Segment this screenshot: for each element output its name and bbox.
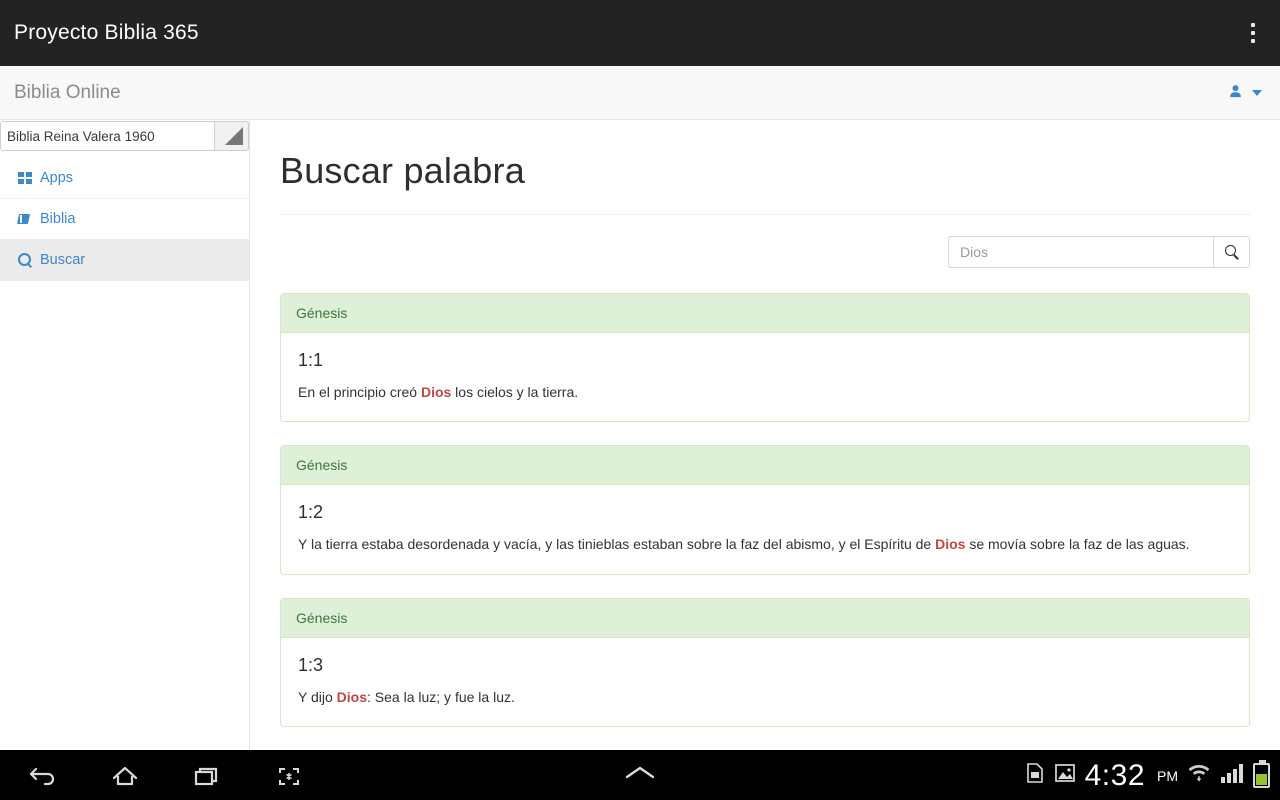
android-system-bar: 4:32 PM xyxy=(0,749,1280,800)
page-body: Biblia Reina Valera 1960 Apps Biblia Bus… xyxy=(0,120,1280,750)
sidebar-item-buscar[interactable]: Buscar xyxy=(0,240,249,281)
verse-reference: 1:3 xyxy=(298,654,324,675)
back-arrow-icon[interactable] xyxy=(22,759,64,793)
page-title: Buscar palabra xyxy=(280,150,525,191)
verse-result-panel: Génesis 1:1 En el principio creó Dios los … xyxy=(280,293,1250,423)
verse-text: Y la tierra estaba desordenada y vacía, … xyxy=(298,534,1232,554)
verse-fragment: los cielos y la tierra. xyxy=(451,384,579,400)
verse-fragment: se movía sobre la faz de las aguas. xyxy=(965,536,1190,553)
highlighted-term: Dios xyxy=(420,384,452,400)
clock-time: 4:32 xyxy=(1084,758,1145,792)
clock-meridiem: PM xyxy=(1157,767,1178,784)
bible-version-select[interactable]: Biblia Reina Valera 1960 xyxy=(0,121,249,151)
verse-reference: 1:1 xyxy=(298,350,324,370)
verse-body: 1:3 Y dijo Dios: Sea la luz; y fue la luz… xyxy=(281,638,1249,726)
search-group xyxy=(948,236,1250,268)
verse-body: 1:2 Y la tierra estaba desordenada y vací… xyxy=(281,485,1249,573)
status-icons: 4:32 PM xyxy=(1025,758,1270,792)
verse-fragment: : Sea la luz; y fue la luz. xyxy=(367,688,515,705)
site-brand[interactable]: Biblia Online xyxy=(14,82,121,104)
sidebar-nav: Apps Biblia Buscar xyxy=(0,158,249,281)
webview: Biblia Online Biblia Reina Valera 1960 A… xyxy=(0,66,1280,750)
verse-reference: 1:2 xyxy=(298,502,324,523)
search-icon xyxy=(17,253,32,267)
sidebar-item-label: Biblia xyxy=(40,211,76,227)
search-input[interactable] xyxy=(948,236,1213,268)
search-button[interactable] xyxy=(1213,236,1250,268)
sidebar: Biblia Reina Valera 1960 Apps Biblia Bus… xyxy=(0,120,250,750)
main-content: Buscar palabra Génesis 1:1 En el principio… xyxy=(250,120,1280,750)
app-title-bar: Proyecto Biblia 365 xyxy=(0,0,1280,66)
dot xyxy=(1251,23,1255,27)
verse-result-panel: Génesis 1:3 Y dijo Dios: Sea la luz; y fue… xyxy=(280,597,1250,727)
sim-card-alert-icon xyxy=(1025,762,1045,789)
signal-bars-icon xyxy=(1220,762,1244,789)
verse-book-header: Génesis xyxy=(281,446,1249,486)
device-screen: Proyecto Biblia 365 Biblia Online Biblia… xyxy=(0,0,1280,800)
highlighted-term: Dios xyxy=(336,688,368,705)
site-navbar: Biblia Online xyxy=(0,66,1280,120)
wifi-icon xyxy=(1187,761,1211,790)
screenshot-saved-icon xyxy=(1054,763,1076,788)
battery-icon xyxy=(1253,760,1270,789)
verse-fragment: Y la tierra estaba desordenada y vacía, … xyxy=(298,536,936,553)
screenshot-icon[interactable] xyxy=(268,759,310,793)
chevron-down-icon xyxy=(1252,89,1262,96)
sidebar-item-biblia[interactable]: Biblia xyxy=(0,199,249,240)
verse-text: Y dijo Dios: Sea la luz; y fue la luz. xyxy=(298,687,1232,707)
search-results: Génesis 1:1 En el principio creó Dios los … xyxy=(280,293,1250,727)
highlighted-term: Dios xyxy=(935,536,966,553)
dot xyxy=(1251,39,1255,43)
sidebar-item-label: Apps xyxy=(40,170,74,186)
more-vert-icon[interactable] xyxy=(1240,13,1266,53)
dot xyxy=(1251,31,1255,35)
book-icon xyxy=(17,213,32,226)
user-icon xyxy=(1228,84,1243,102)
resize-handle-icon[interactable] xyxy=(215,121,249,151)
verse-result-panel: Génesis 1:2 Y la tierra estaba desordenada… xyxy=(280,445,1250,575)
grid-icon xyxy=(17,172,32,184)
app-title: Proyecto Biblia 365 xyxy=(14,21,199,44)
verse-fragment: En el principio creó xyxy=(298,384,421,400)
recent-apps-icon[interactable] xyxy=(186,759,228,793)
verse-fragment: Y dijo xyxy=(298,688,337,705)
sidebar-item-label: Buscar xyxy=(40,252,86,268)
search-row xyxy=(280,236,1250,268)
home-icon[interactable] xyxy=(104,759,146,793)
title-divider xyxy=(280,214,1250,215)
verse-body: 1:1 En el principio creó Dios los cielos … xyxy=(281,333,1249,421)
search-icon xyxy=(1224,245,1239,259)
sidebar-item-apps[interactable]: Apps xyxy=(0,158,249,199)
verse-text: En el principio creó Dios los cielos y l… xyxy=(298,382,1232,402)
android-nav-keys xyxy=(0,759,310,793)
chevron-up-icon[interactable] xyxy=(621,763,659,788)
verse-book-header: Génesis xyxy=(281,294,1249,333)
user-menu[interactable] xyxy=(1228,84,1262,102)
verse-book-header: Génesis xyxy=(281,598,1249,638)
bible-version-value[interactable]: Biblia Reina Valera 1960 xyxy=(0,121,215,151)
